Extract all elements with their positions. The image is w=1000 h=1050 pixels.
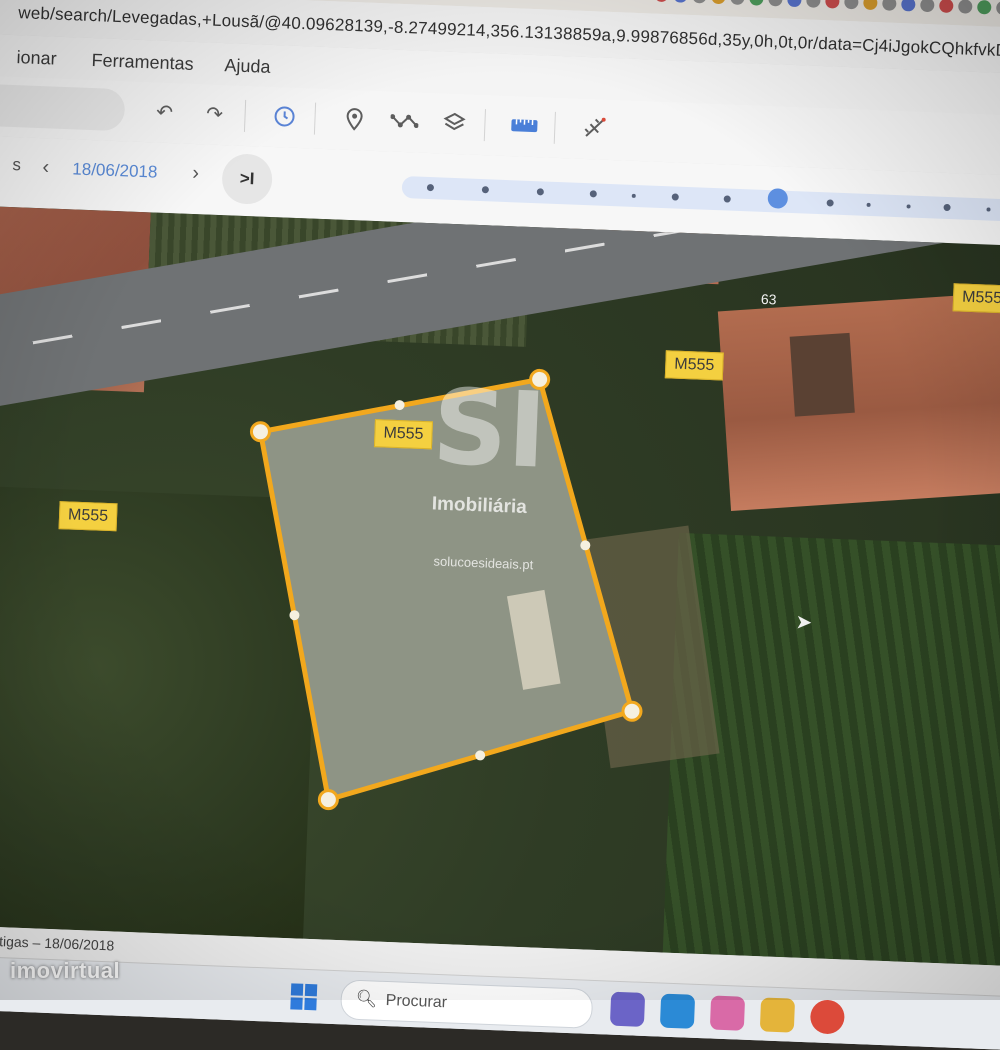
screen: web/search/Levegadas,+Lousã/@40.09628139…	[0, 0, 1000, 1050]
mouse-cursor-icon: ➤	[795, 611, 813, 635]
search-icon: 🔍︎	[355, 988, 378, 1009]
timeline-selected-point[interactable]	[767, 188, 789, 209]
tab-favicon[interactable]	[995, 0, 1000, 16]
tab-favicon[interactable]	[863, 0, 878, 11]
toolbar-divider	[553, 111, 556, 144]
taskbar-search-placeholder: Procurar	[385, 991, 448, 1012]
tab-favicon[interactable]	[654, 0, 669, 3]
search-box[interactable]	[0, 82, 126, 132]
timeline-point[interactable]	[481, 186, 490, 194]
tab-favicon[interactable]	[806, 0, 821, 8]
path-icon[interactable]	[389, 105, 420, 136]
tab-favicon[interactable]	[825, 0, 840, 9]
tab-favicon[interactable]	[730, 0, 745, 6]
road-label[interactable]: M555	[664, 350, 724, 381]
timeline-point[interactable]	[426, 183, 435, 192]
tab-favicon[interactable]	[711, 0, 726, 5]
tab-favicon[interactable]	[977, 0, 992, 15]
timeline-point[interactable]	[943, 203, 951, 212]
tab-favicon[interactable]	[882, 0, 897, 11]
tab-favicon[interactable]	[787, 0, 802, 8]
last-date-button[interactable]: >I	[221, 153, 274, 205]
tab-favicon[interactable]	[901, 0, 916, 12]
timeline-point[interactable]	[906, 204, 911, 209]
timeline-point[interactable]	[671, 193, 679, 201]
edge-icon[interactable]	[659, 993, 696, 1029]
timeline-point[interactable]	[536, 188, 544, 196]
windows-start-icon[interactable]	[290, 983, 318, 1011]
status-fragment: s	[12, 155, 22, 175]
tab-favicon[interactable]	[692, 0, 707, 4]
polygon-vertex[interactable]	[621, 700, 643, 722]
road-label[interactable]: M555	[952, 283, 1000, 314]
tab-favicon[interactable]	[939, 0, 954, 14]
watermark-logo-text: SI	[430, 365, 549, 492]
teams-icon[interactable]	[609, 991, 646, 1027]
timeline-point[interactable]	[866, 202, 871, 208]
polygon-vertex[interactable]	[317, 789, 339, 811]
tab-favicon[interactable]	[749, 0, 764, 6]
ruler-icon[interactable]	[509, 110, 540, 141]
imagery-date[interactable]: 18/06/2018	[72, 159, 158, 182]
toolbar-divider	[313, 102, 317, 135]
chrome-icon[interactable]	[809, 999, 846, 1035]
watermark-name: Imobiliária	[431, 493, 528, 519]
road-label[interactable]: M555	[58, 501, 118, 532]
tab-favicon[interactable]	[920, 0, 935, 13]
toolbar-divider	[243, 99, 247, 132]
road-label[interactable]: M555	[373, 419, 434, 450]
last-date-icon: >I	[239, 168, 255, 189]
taskbar-search[interactable]: 🔍︎ Procurar	[339, 979, 594, 1029]
house-number-label: 63	[760, 290, 777, 308]
history-icon[interactable]	[269, 101, 300, 132]
polygon-vertex[interactable]	[249, 421, 271, 443]
timeline-point[interactable]	[589, 190, 597, 198]
file-explorer-icon[interactable]	[759, 997, 796, 1033]
previous-date-icon[interactable]: ‹	[42, 156, 50, 179]
photos-icon[interactable]	[709, 995, 746, 1031]
tab-favicon[interactable]	[958, 0, 973, 14]
placemark-icon[interactable]	[339, 104, 370, 135]
menu-item-ajuda[interactable]: Ajuda	[224, 55, 271, 78]
timeline-point[interactable]	[826, 199, 834, 207]
timeline-point[interactable]	[631, 193, 636, 198]
menu-item-ferramentas[interactable]: Ferramentas	[91, 50, 194, 75]
satellite-map[interactable]: M555 M555 M555 M555 63 SI Imobiliária so…	[0, 205, 1000, 967]
tab-favicon[interactable]	[673, 0, 688, 3]
map-overlay	[249, 368, 643, 811]
watermark-logo: SI	[430, 365, 585, 491]
menu-item-selecionar[interactable]: ionar	[16, 47, 57, 70]
satellite-icon[interactable]	[579, 113, 610, 144]
redo-icon[interactable]: ↷	[199, 98, 230, 129]
tab-favicons	[654, 0, 1000, 16]
tab-favicon[interactable]	[844, 0, 859, 10]
status-text: s antigas – 18/06/2018	[0, 932, 115, 954]
undo-icon[interactable]: ↶	[149, 96, 180, 127]
next-date-icon[interactable]: ›	[192, 162, 200, 185]
imovirtual-brand: imovirtual	[10, 958, 121, 983]
toolbar-divider	[483, 109, 486, 142]
layers-icon[interactable]	[439, 107, 470, 138]
imagery-timeline[interactable]: 1985 2006 2009 2011 2013 2015 2018 2019 …	[401, 176, 1000, 262]
timeline-point[interactable]	[986, 207, 991, 212]
timeline-point[interactable]	[723, 195, 731, 203]
tab-favicon[interactable]	[768, 0, 783, 7]
